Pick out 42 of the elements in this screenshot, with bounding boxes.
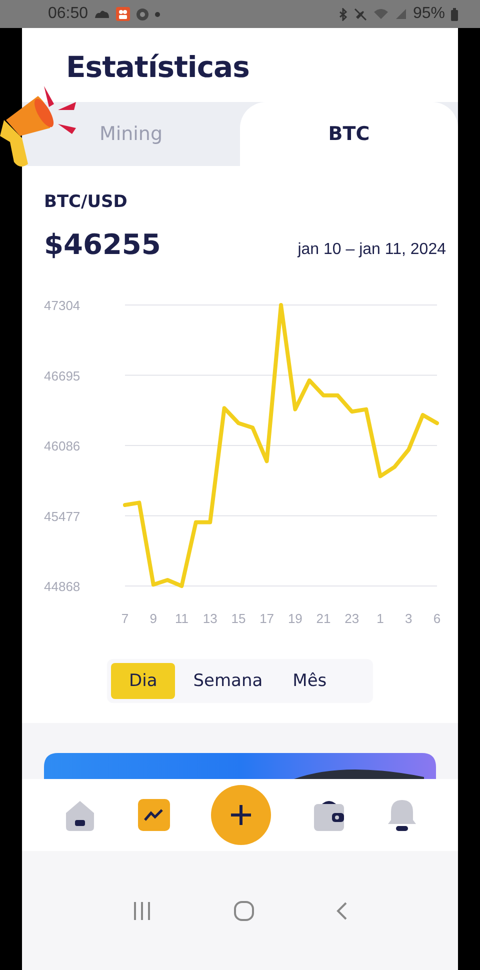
y-axis-label: 45477 [44,508,80,524]
wifi-icon [372,8,389,20]
status-time: 06:50 [48,5,88,23]
x-axis-label: 19 [288,611,302,626]
x-axis-label: 9 [150,611,157,626]
x-axis-label: 1 [376,611,384,626]
back-icon[interactable] [336,900,348,920]
bluetooth-icon [338,8,348,20]
x-axis-label: 23 [344,611,360,626]
x-axis-label: 21 [316,611,331,626]
app-notification-icon [116,7,130,21]
battery-percent: 95% [412,5,445,23]
x-axis-label: 13 [202,611,218,626]
y-axis-label: 47304 [44,298,80,313]
page-title: Estatísticas [66,49,250,86]
signal-icon [394,8,407,20]
chart-nav-button[interactable] [138,799,170,831]
y-axis-label: 46086 [44,438,80,454]
x-axis-label: 3 [405,611,412,626]
tab[interactable]: BTC [326,119,372,149]
y-axis-label: 44868 [44,579,80,594]
pair-label: BTC/USD [44,192,128,212]
date-range: jan 10 – jan 11, 2024 [298,241,446,259]
plus-icon [228,803,253,827]
battery-icon [451,8,458,20]
dot-icon [155,12,160,16]
wallet-nav-button[interactable] [312,799,346,831]
period-tab[interactable]: Mês [280,663,339,699]
price: $46255 [44,228,161,261]
x-axis-label: 15 [231,611,246,626]
x-axis-label: 7 [121,611,129,626]
x-axis-label: 6 [433,611,441,626]
x-axis-label: 11 [174,611,188,626]
period-tab[interactable]: Dia [111,663,176,699]
y-axis-label: 46695 [44,368,80,384]
circle-notification-icon [136,8,150,20]
mute-icon [354,8,367,20]
period-tab[interactable]: Semana [181,663,275,699]
bell-nav-button[interactable] [387,798,418,832]
recent-apps-icon[interactable] [132,902,152,920]
x-axis-label: 17 [260,611,274,626]
cloud-icon [94,9,110,19]
